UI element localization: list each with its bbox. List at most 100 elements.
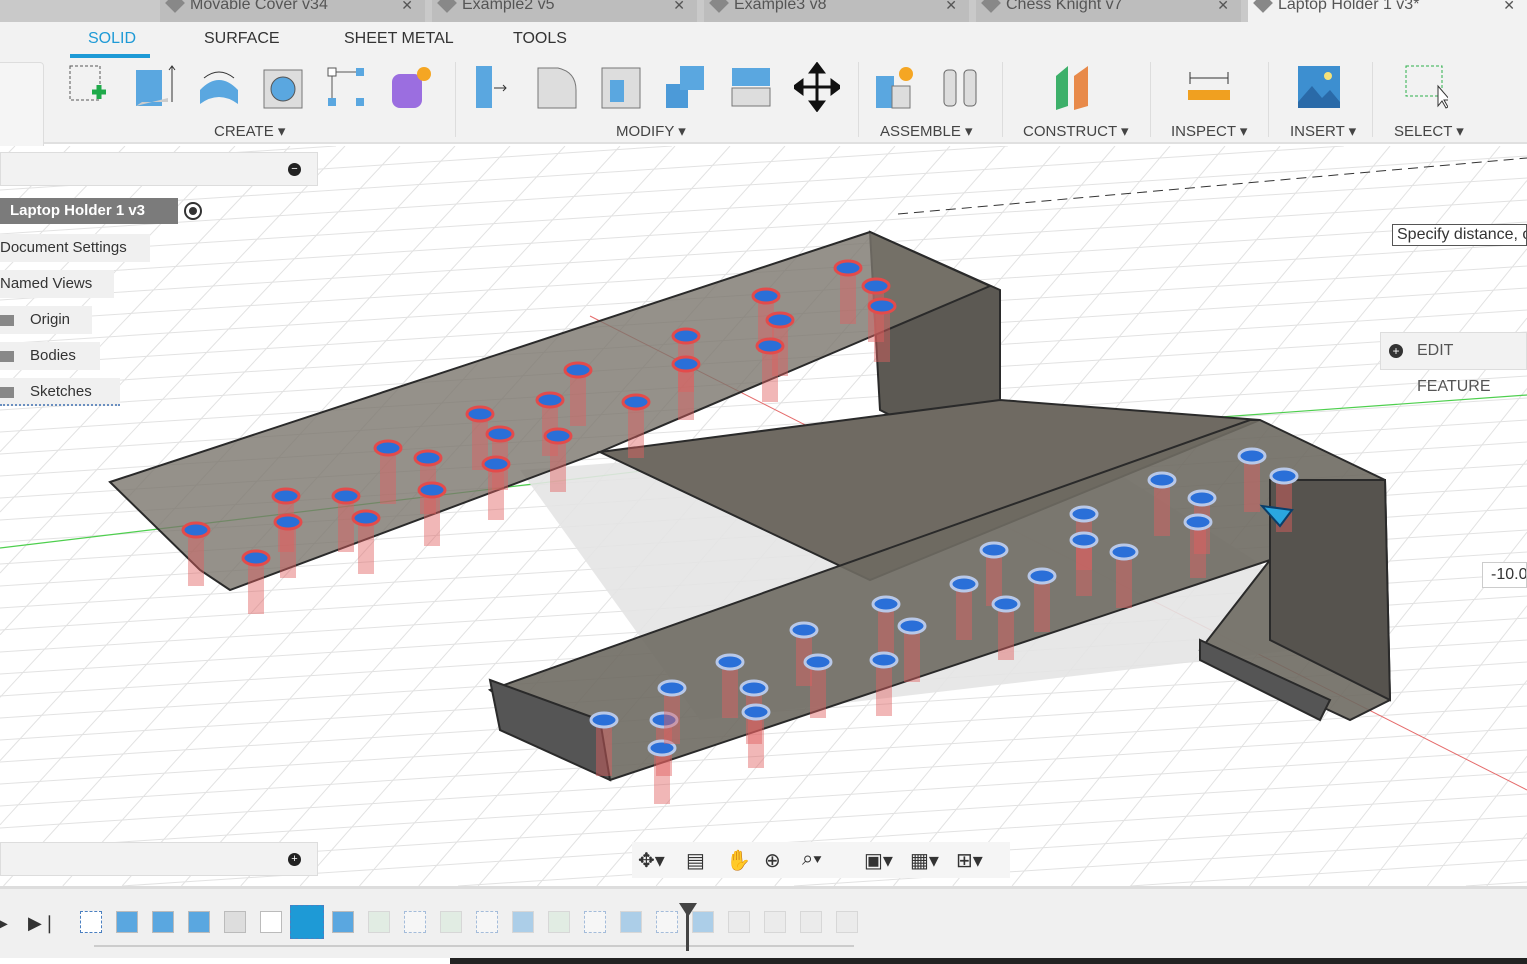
timeline-plane-icon[interactable] xyxy=(368,911,390,933)
timeline-sketch-icon[interactable] xyxy=(584,911,606,933)
hole-face[interactable] xyxy=(671,355,701,373)
hole-face[interactable] xyxy=(417,481,447,499)
collapse-icon[interactable]: − xyxy=(288,163,301,176)
timeline-extrude-icon[interactable] xyxy=(116,911,138,933)
grid-settings-icon[interactable]: ▦▾ xyxy=(910,848,939,873)
joint-icon[interactable] xyxy=(938,62,984,112)
hole-icon[interactable] xyxy=(260,62,306,112)
browser-item-named-views[interactable]: Named Views xyxy=(0,270,114,298)
inspect-menu[interactable]: INSPECT ▾ xyxy=(1171,122,1247,140)
document-tab[interactable]: Chess Knight v7 ✕ xyxy=(976,0,1241,22)
timeline-extrude-icon[interactable] xyxy=(620,911,642,933)
hole-face[interactable] xyxy=(755,337,785,355)
insert-menu[interactable]: INSERT ▾ xyxy=(1290,122,1356,140)
new-component-icon[interactable] xyxy=(872,62,918,112)
create-sketch-icon[interactable] xyxy=(66,62,112,112)
hole-face[interactable] xyxy=(535,391,565,409)
tab-tools[interactable]: TOOLS xyxy=(513,30,567,48)
hole-face[interactable] xyxy=(741,703,771,721)
create-menu[interactable]: CREATE ▾ xyxy=(214,122,285,140)
select-box-icon[interactable] xyxy=(1402,62,1448,112)
document-tab[interactable]: Example3 v8 ✕ xyxy=(704,0,969,22)
pan-hand-icon[interactable]: ✋ xyxy=(726,848,751,873)
skip-to-end-icon[interactable]: ▶❘ xyxy=(28,913,57,934)
orbit-icon[interactable]: ✥▾ xyxy=(638,848,665,873)
hole-face[interactable] xyxy=(871,595,901,613)
timeline-fillet-icon[interactable] xyxy=(836,911,858,933)
browser-item-bodies[interactable]: Bodies xyxy=(0,342,100,370)
hole-face[interactable] xyxy=(991,595,1021,613)
hole-face[interactable] xyxy=(949,575,979,593)
hole-face[interactable] xyxy=(1147,471,1177,489)
hole-face[interactable] xyxy=(351,509,381,527)
timeline-sketch-icon[interactable] xyxy=(656,911,678,933)
revolve-icon[interactable] xyxy=(196,62,242,112)
timeline-fillet-icon[interactable] xyxy=(728,911,750,933)
hole-face[interactable] xyxy=(671,327,701,345)
hole-face[interactable] xyxy=(765,311,795,329)
timeline-sketch-icon[interactable] xyxy=(476,911,498,933)
timeline-marker-handle[interactable] xyxy=(679,903,697,917)
timeline-sketch-active-icon[interactable] xyxy=(290,905,324,939)
display-settings-icon[interactable]: ▣▾ xyxy=(864,848,893,873)
hole-face[interactable] xyxy=(869,651,899,669)
look-at-icon[interactable]: ▤ xyxy=(686,848,705,873)
measure-icon[interactable] xyxy=(1186,62,1232,112)
construct-menu[interactable]: CONSTRUCT ▾ xyxy=(1023,122,1129,140)
extrude-icon[interactable] xyxy=(132,62,178,112)
timeline-extrude-icon[interactable] xyxy=(332,911,354,933)
create-form-icon[interactable] xyxy=(388,62,434,112)
hole-face[interactable] xyxy=(751,287,781,305)
hole-face[interactable] xyxy=(979,541,1009,559)
hole-face[interactable] xyxy=(271,487,301,505)
hole-face[interactable] xyxy=(563,361,593,379)
zoom-icon[interactable]: ⊕ xyxy=(764,848,781,873)
tab-solid[interactable]: SOLID xyxy=(88,30,136,48)
modify-menu[interactable]: MODIFY ▾ xyxy=(616,122,686,140)
hole-face[interactable] xyxy=(373,439,403,457)
hole-face[interactable] xyxy=(485,425,515,443)
hole-face[interactable] xyxy=(789,621,819,639)
hole-face[interactable] xyxy=(1069,531,1099,549)
close-icon[interactable]: ✕ xyxy=(673,0,685,12)
move-copy-icon[interactable] xyxy=(794,62,840,112)
close-icon[interactable]: ✕ xyxy=(1217,0,1229,12)
document-tab[interactable]: Example2 v5 ✕ xyxy=(432,0,697,22)
browser-root-component[interactable]: Laptop Holder 1 v3 xyxy=(0,198,178,224)
expand-icon[interactable]: + xyxy=(288,853,301,866)
hole-face[interactable] xyxy=(1109,543,1139,561)
browser-item-origin[interactable]: Origin xyxy=(0,306,92,334)
hole-face[interactable] xyxy=(413,449,443,467)
edit-feature-button[interactable]: + EDIT FEATURE xyxy=(1380,332,1527,395)
pattern-icon[interactable] xyxy=(324,62,370,112)
hole-face[interactable] xyxy=(833,259,863,277)
shell-icon[interactable] xyxy=(598,62,644,112)
hole-face[interactable] xyxy=(867,297,897,315)
timeline-plane-icon[interactable] xyxy=(440,911,462,933)
timeline-extrude-icon[interactable] xyxy=(188,911,210,933)
tab-surface[interactable]: SURFACE xyxy=(204,30,280,48)
hole-face[interactable] xyxy=(1027,567,1057,585)
press-pull-icon[interactable] xyxy=(470,62,516,112)
hole-face[interactable] xyxy=(181,521,211,539)
hole-face[interactable] xyxy=(897,617,927,635)
document-tab-active[interactable]: Laptop Holder 1 v3* ✕ xyxy=(1248,0,1527,22)
timeline-plane-icon[interactable] xyxy=(548,911,570,933)
play-icon[interactable]: ▶ xyxy=(0,913,8,934)
timeline-move-icon[interactable] xyxy=(260,911,282,933)
assemble-menu[interactable]: ASSEMBLE ▾ xyxy=(880,122,973,140)
hole-face[interactable] xyxy=(1183,513,1213,531)
timeline-combine-icon[interactable] xyxy=(224,911,246,933)
insert-image-icon[interactable] xyxy=(1296,62,1342,112)
distance-input[interactable]: -10.0 xyxy=(1482,562,1527,588)
timeline-sketch-icon[interactable] xyxy=(80,911,102,933)
hole-face[interactable] xyxy=(589,711,619,729)
browser-item-document-settings[interactable]: Document Settings xyxy=(0,234,150,262)
timeline-fillet-icon[interactable] xyxy=(800,911,822,933)
close-icon[interactable]: ✕ xyxy=(1503,0,1515,12)
document-tab[interactable]: Movable Cover v34 ✕ xyxy=(160,0,425,22)
timeline-extrude-icon[interactable] xyxy=(512,911,534,933)
hole-face[interactable] xyxy=(1269,467,1299,485)
activate-radio-icon[interactable] xyxy=(184,202,202,220)
timeline-sketch-icon[interactable] xyxy=(404,911,426,933)
